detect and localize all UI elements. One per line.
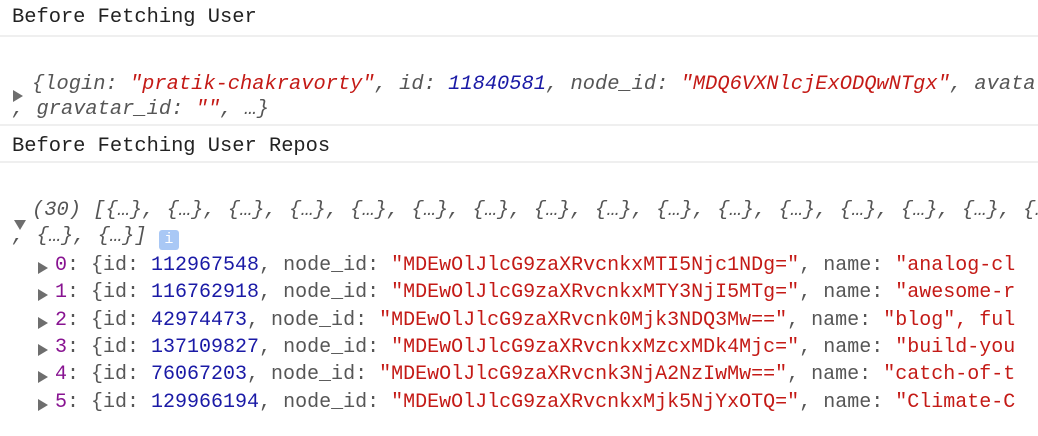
repos-array-preview-cont: , {…}, {…}] i [12, 225, 1038, 250]
array-item-row[interactable]: 1: {id: 116762918, node_id: "MDEwOlJlcG9… [55, 281, 1038, 304]
console-divider [0, 124, 1038, 126]
item-node-id: MDEwOlJlcG9zaXRvcnkxMTI5Njc1NDg= [403, 254, 788, 277]
console-log-message: Before Fetching User Repos [12, 135, 331, 158]
item-node-id: MDEwOlJlcG9zaXRvcnkxMzcxMDk4Mjc= [403, 335, 788, 359]
item-name: awesome-r [907, 281, 1016, 305]
expand-triangle-icon[interactable] [38, 371, 48, 384]
item-index: 0 [55, 254, 68, 277]
expand-triangle-icon[interactable] [38, 262, 48, 274]
console-divider [0, 161, 1038, 163]
array-item-row[interactable]: 4: {id: 76067203, node_id: "MDEwOlJlcG9z… [55, 363, 1038, 386]
node-id-value: MDQ6VXNlcjExODQwNTgx [692, 73, 938, 96]
item-id: 129966194 [151, 390, 260, 414]
item-node-id: MDEwOlJlcG9zaXRvcnk0Mjk3NDQ3Mw== [391, 308, 776, 332]
item-id: 76067203 [151, 363, 248, 387]
item-index: 3 [55, 335, 68, 359]
info-icon[interactable]: i [158, 230, 179, 250]
expand-triangle-icon[interactable] [38, 343, 48, 356]
console-log-message: Before Fetching User [12, 6, 257, 29]
id-value: 11840581 [448, 73, 547, 96]
console-divider [0, 35, 1038, 37]
item-tail: ", ful [943, 308, 1016, 332]
item-name: build-you [907, 335, 1016, 359]
item-id: 137109827 [151, 335, 260, 359]
next-key: avata [974, 73, 1036, 96]
array-preview: [{…}, {…}, {…}, {…}, {…}, {…}, {…}, {…},… [93, 199, 1038, 222]
item-id: 42974473 [151, 308, 248, 332]
array-count: (30) [32, 199, 81, 222]
item-index: 4 [55, 363, 68, 387]
expand-triangle-icon[interactable] [38, 289, 48, 302]
array-item-row[interactable]: 0: {id: 112967548, node_id: "MDEwOlJlcG9… [55, 254, 1038, 277]
expand-triangle-icon[interactable] [38, 398, 48, 411]
item-name: analog-cl [907, 254, 1016, 277]
item-node-id: MDEwOlJlcG9zaXRvcnkxMjk5NjYxOTQ= [403, 390, 788, 414]
item-name: catch-of-t [895, 363, 1016, 387]
item-id: 112967548 [151, 254, 260, 277]
login-value: pratik-chakravorty [142, 73, 363, 96]
user-object-preview-cont: , gravatar_id: "", …} [12, 98, 270, 121]
array-item-row[interactable]: 2: {id: 42974473, node_id: "MDEwOlJlcG9z… [55, 309, 1038, 332]
item-name: Climate-C [907, 390, 1016, 414]
array-item-row[interactable]: 5: {id: 129966194, node_id: "MDEwOlJlcG9… [55, 391, 1038, 414]
user-object-preview[interactable]: {login: "pratik-chakravorty", id: 118405… [32, 73, 1038, 96]
array-item-row[interactable]: 3: {id: 137109827, node_id: "MDEwOlJlcG9… [55, 336, 1038, 359]
item-node-id: MDEwOlJlcG9zaXRvcnkxMTY3NjI5MTg= [403, 281, 788, 305]
item-index: 5 [55, 390, 68, 414]
item-index: 2 [55, 308, 68, 332]
array-preview-cont: , {…}, {…}] [12, 225, 147, 248]
item-id: 116762918 [151, 281, 260, 305]
item-node-id: MDEwOlJlcG9zaXRvcnk3NjA2NzIwMw== [391, 363, 776, 387]
repos-array-preview[interactable]: (30) [{…}, {…}, {…}, {…}, {…}, {…}, {…},… [32, 199, 1038, 222]
item-index: 1 [55, 281, 68, 305]
expand-triangle-icon[interactable] [38, 316, 48, 329]
item-name: blog [895, 308, 944, 332]
